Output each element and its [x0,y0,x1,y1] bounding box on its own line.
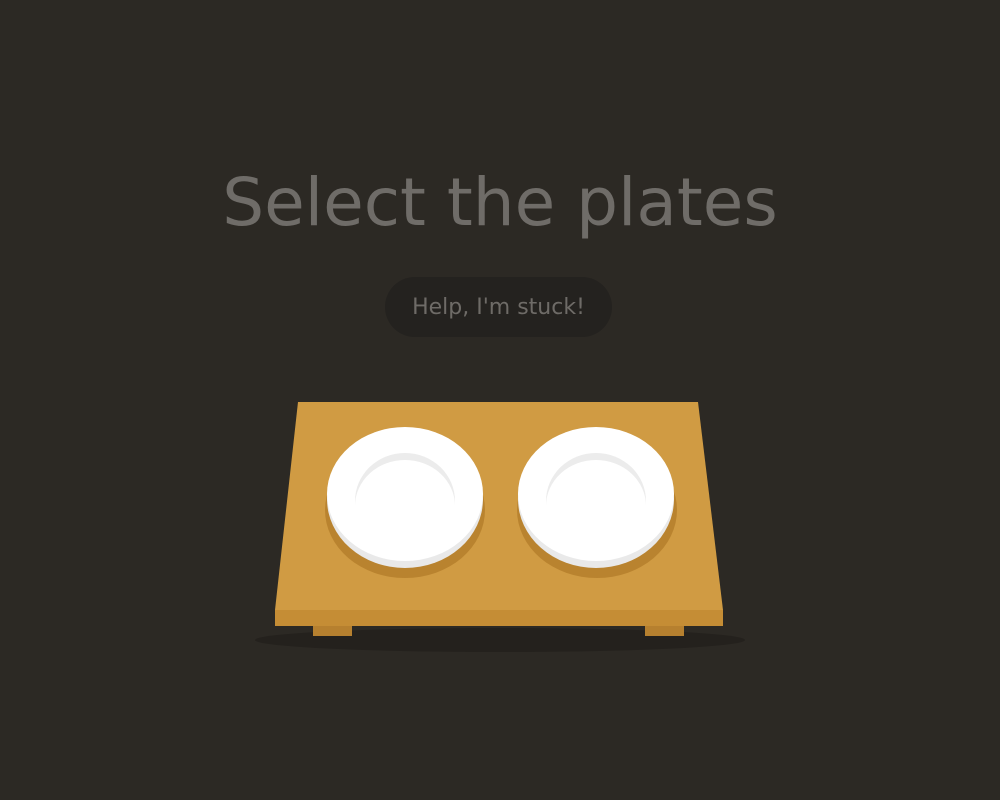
plate[interactable] [325,427,485,578]
plate-center-top [546,460,646,552]
table-front-edge [275,610,723,626]
plate[interactable] [517,427,677,578]
plate-center-top [355,460,455,552]
table-scene [255,402,745,652]
